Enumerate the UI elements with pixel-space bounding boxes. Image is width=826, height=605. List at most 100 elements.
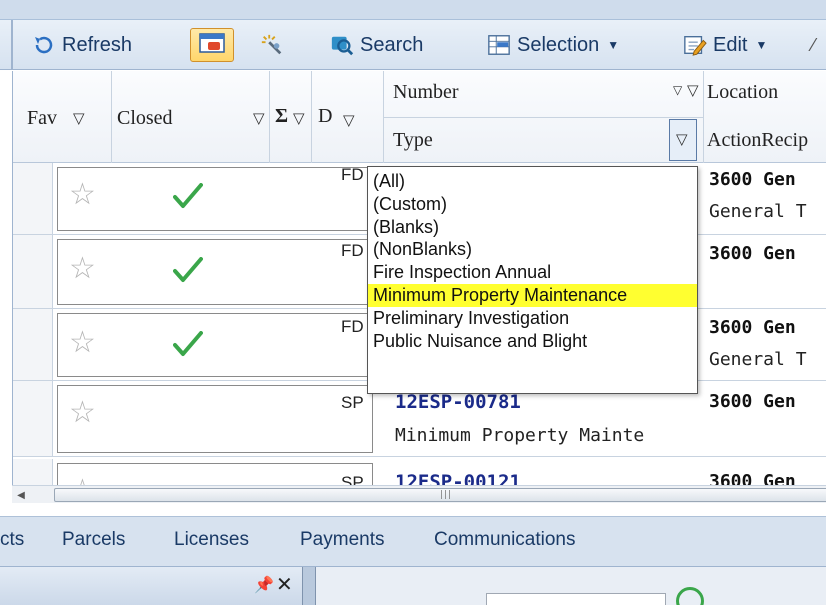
row-focus-box: [57, 167, 373, 231]
action-recip-cell: General T: [709, 349, 807, 370]
row-selector[interactable]: [13, 235, 53, 308]
toolbar-left-edge: [11, 20, 13, 70]
column-header-closed[interactable]: Closed: [117, 107, 173, 130]
checkmark-icon: [173, 257, 203, 287]
column-header-d[interactable]: D: [318, 105, 332, 128]
edit-dropdown[interactable]: Edit ▼: [683, 30, 767, 60]
location-cell: 3600 Gen: [709, 471, 796, 485]
d-cell: FD: [341, 165, 364, 184]
filter-option-fire-inspection-annual[interactable]: Fire Inspection Annual: [368, 261, 697, 284]
column-header-number[interactable]: Number: [393, 81, 459, 104]
column-separator: [703, 71, 704, 163]
column-header-sum[interactable]: Σ: [275, 105, 288, 128]
sort-icon[interactable]: ▽: [673, 83, 682, 97]
search-button[interactable]: Search: [330, 30, 423, 60]
location-cell: 3600 Gen: [709, 243, 796, 264]
type-cell: Minimum Property Mainte: [395, 425, 645, 446]
detail-tabs: cts Parcels Licenses Payments Communicat…: [0, 516, 826, 566]
tab-parcels[interactable]: Parcels: [62, 529, 125, 551]
refresh-label: Refresh: [62, 33, 133, 56]
filter-option-nonblanks[interactable]: (NonBlanks): [368, 238, 697, 261]
column-header-type[interactable]: Type: [393, 129, 433, 152]
funnel-icon[interactable]: ▽: [687, 81, 699, 99]
d-cell: FD: [341, 241, 364, 260]
funnel-icon[interactable]: ▽: [73, 109, 85, 127]
checkmark-icon: [173, 183, 203, 213]
filter-option-preliminary-investigation[interactable]: Preliminary Investigation: [368, 307, 697, 330]
search-label: Search: [360, 33, 424, 56]
toggle-view-button[interactable]: [190, 28, 234, 62]
location-cell: 3600 Gen: [709, 317, 796, 338]
magic-wand-button[interactable]: [260, 30, 284, 60]
pin-icon[interactable]: 📌: [254, 575, 274, 594]
star-icon[interactable]: ☆: [69, 325, 96, 360]
star-icon[interactable]: ☆: [69, 177, 96, 212]
search-icon: [330, 33, 354, 57]
chevron-down-icon: ▼: [755, 38, 768, 52]
selection-label: Selection: [517, 33, 600, 56]
row-selector[interactable]: [13, 381, 53, 456]
grid-header: Fav ▽ Closed ▽ Σ ▽ D ▽ Number ▽ ▽ Type ▽…: [13, 71, 826, 163]
tab-contacts[interactable]: cts: [0, 529, 24, 551]
row-selector[interactable]: [13, 163, 53, 234]
input-field[interactable]: [486, 593, 666, 605]
edit-label: Edit: [713, 33, 748, 56]
pane-splitter[interactable]: [302, 567, 316, 605]
column-header-location[interactable]: Location: [707, 81, 778, 104]
refresh-button[interactable]: Refresh: [32, 30, 132, 60]
funnel-icon: ▽: [676, 130, 688, 148]
row-focus-box: [57, 385, 373, 453]
toolbar: Refresh Search Selection ▼ Edit ▼ ⁄: [0, 20, 826, 70]
chevron-down-icon: ▼: [607, 38, 620, 52]
location-cell: 3600 Gen: [709, 391, 796, 412]
filter-option-blanks[interactable]: (Blanks): [368, 216, 697, 239]
right-pane: [316, 567, 826, 605]
column-separator: [111, 71, 112, 163]
row-focus-box: [57, 463, 373, 485]
location-cell: 3600 Gen: [709, 169, 796, 190]
star-icon[interactable]: ☆: [69, 473, 96, 485]
edit-icon: [683, 33, 707, 57]
status-circle-icon: [676, 587, 704, 605]
checkmark-icon: [173, 331, 203, 361]
d-cell: SP: [341, 473, 364, 485]
magic-wand-icon: [260, 33, 284, 57]
tab-licenses[interactable]: Licenses: [174, 529, 249, 551]
star-icon[interactable]: ☆: [69, 395, 96, 430]
funnel-icon[interactable]: ▽: [293, 109, 305, 127]
funnel-icon[interactable]: ▽: [253, 109, 265, 127]
filter-option-public-nuisance-and-blight[interactable]: Public Nuisance and Blight: [368, 330, 697, 353]
row-selector[interactable]: [13, 459, 53, 485]
type-filter-button[interactable]: ▽: [669, 119, 697, 161]
record-number-link[interactable]: 12ESP-00121: [395, 471, 521, 485]
column-separator: [269, 71, 270, 163]
record-number-link[interactable]: 12ESP-00781: [395, 391, 521, 413]
filter-option-minimum-property-maintenance[interactable]: Minimum Property Maintenance: [368, 283, 697, 307]
row-focus-box: [57, 313, 373, 377]
action-recip-cell: General T: [709, 201, 807, 222]
window-top-bar: [0, 0, 826, 20]
tab-payments[interactable]: Payments: [300, 529, 384, 551]
table-row[interactable]: ☆ SP 12ESP-00121 3600 Gen: [13, 459, 826, 485]
close-icon[interactable]: ✕: [276, 572, 293, 596]
column-separator: [311, 71, 312, 163]
funnel-icon[interactable]: ▽: [343, 111, 355, 129]
selection-dropdown[interactable]: Selection ▼: [487, 30, 619, 60]
pane-title-bar: 📌 ✕: [0, 567, 302, 605]
column-header-action-recip[interactable]: ActionRecip: [707, 129, 808, 152]
filter-option-all[interactable]: (All): [368, 170, 697, 193]
header-row-separator: [383, 117, 703, 118]
column-header-fav[interactable]: Fav: [27, 107, 57, 130]
scroll-left-icon[interactable]: ◀: [12, 486, 30, 504]
star-icon[interactable]: ☆: [69, 251, 96, 286]
selection-icon: [487, 33, 511, 57]
filter-option-custom[interactable]: (Custom): [368, 193, 697, 216]
tab-communications[interactable]: Communications: [434, 529, 576, 551]
grip-icon: |||: [439, 490, 453, 500]
horizontal-scrollbar[interactable]: ◀ |||: [12, 485, 826, 503]
refresh-icon: [32, 33, 56, 57]
overflow-icon[interactable]: ⁄: [812, 30, 815, 60]
row-selector[interactable]: [13, 309, 53, 380]
scrollbar-thumb[interactable]: |||: [54, 488, 826, 502]
type-filter-dropdown: (All) (Custom) (Blanks) (NonBlanks) Fire…: [367, 166, 698, 394]
